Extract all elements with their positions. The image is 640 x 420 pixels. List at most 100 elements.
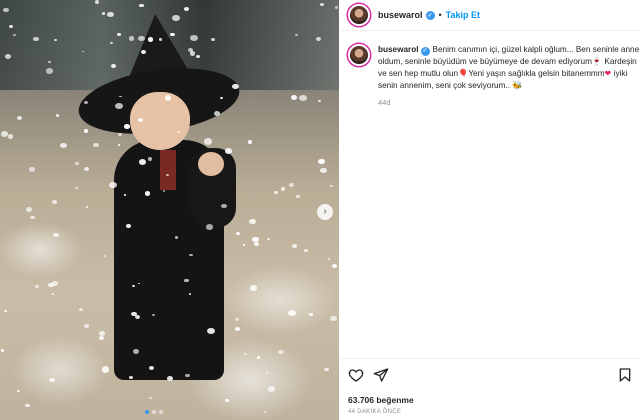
- snow-flake: [144, 191, 151, 196]
- snow-flake: [28, 167, 35, 172]
- avatar[interactable]: [348, 4, 370, 26]
- snow-flake: [83, 100, 89, 104]
- snow-flake: [266, 237, 270, 241]
- snow-flake: [224, 398, 230, 403]
- carousel-dot: [145, 410, 149, 414]
- snow-flake: [95, 0, 100, 4]
- snow-flake: [323, 367, 329, 372]
- caption-row: busewarol ✓ Benim canımın içi, güzel kalpl…: [339, 31, 640, 107]
- heart-outline-icon[interactable]: [348, 367, 364, 383]
- snow-flake: [327, 258, 330, 260]
- snow-flake: [248, 218, 256, 225]
- snow-flake: [207, 327, 215, 334]
- snow-flake: [126, 224, 131, 228]
- snow-flake: [103, 255, 106, 258]
- snow-flake: [93, 143, 99, 148]
- wine-emoji: 🍷: [591, 57, 603, 66]
- carousel-dot: [159, 410, 163, 414]
- bookmark-icon[interactable]: [617, 367, 633, 383]
- carousel-dot: [152, 410, 156, 414]
- like-count[interactable]: 63.706 beğenme: [348, 395, 414, 405]
- snow-flake: [4, 53, 12, 59]
- snow-flake: [320, 2, 324, 6]
- verified-badge-icon: ✓: [425, 10, 435, 20]
- snow-flake: [278, 349, 284, 355]
- snow-flake: [48, 61, 51, 64]
- snow-flake: [25, 403, 30, 408]
- snow-flake: [317, 158, 325, 165]
- snow-flake: [30, 215, 35, 220]
- snow-flake: [299, 95, 308, 102]
- snow-flake: [273, 190, 278, 195]
- carousel-dots: [145, 410, 163, 414]
- snow-flake: [52, 200, 58, 205]
- caption-username[interactable]: busewarol: [378, 45, 419, 54]
- post-timestamp: 44 DAKİKA ÖNCE: [348, 409, 402, 415]
- snow-flake: [309, 312, 314, 317]
- snow-flake: [54, 39, 57, 42]
- snow-flake: [25, 206, 32, 212]
- snow-flake: [110, 63, 116, 68]
- snow-flake: [49, 377, 55, 383]
- snow-flake: [265, 371, 269, 375]
- snow-flake: [138, 159, 146, 165]
- snow-flake: [124, 123, 130, 129]
- snow-flake: [2, 7, 9, 13]
- snow-flake: [331, 263, 337, 268]
- post-media[interactable]: ›: [0, 0, 339, 420]
- snow-flake: [296, 195, 300, 199]
- snow-flake: [190, 35, 198, 42]
- snow-flake: [4, 309, 8, 312]
- snow-flake: [334, 5, 339, 9]
- snow-flake: [242, 244, 246, 247]
- snow-flake: [204, 138, 212, 145]
- snow-flake: [167, 376, 174, 381]
- snow-flake: [292, 243, 297, 248]
- chevron-right-icon: ›: [323, 206, 327, 217]
- snow-flake: [8, 134, 14, 139]
- snow-flake: [52, 232, 59, 238]
- snow-flake: [56, 114, 59, 117]
- caption-age: 44d: [378, 98, 391, 107]
- snow-flake: [131, 311, 138, 317]
- balloon-emoji: 🎈: [458, 69, 469, 78]
- avatar[interactable]: [348, 44, 370, 66]
- snow-flake: [101, 12, 105, 15]
- snow-flake: [151, 314, 155, 317]
- follow-button[interactable]: Takip Et: [446, 10, 480, 20]
- action-bar: 63.706 beğenme 44 DAKİKA ÖNCE: [339, 358, 640, 420]
- post-header: busewarol ✓ • Takip Et: [339, 0, 640, 31]
- snow-flake: [291, 95, 298, 101]
- snow-flake: [304, 248, 308, 252]
- snow-flake: [330, 184, 334, 188]
- caption-text: busewarol ✓ Benim canımın içi, güzel kalpl…: [378, 44, 640, 92]
- snow-flake: [184, 6, 189, 11]
- snow-flake: [235, 326, 241, 331]
- snow-flake: [172, 14, 181, 21]
- snow-flake: [107, 12, 114, 18]
- snow-flake: [263, 411, 267, 414]
- snow-flake: [280, 187, 286, 191]
- caption-part-3: Yeni yaşın sağlıkla gelsin bitanemmm: [468, 69, 605, 78]
- snow-flake: [189, 51, 196, 56]
- snow-flake: [250, 284, 258, 291]
- snow-flake: [319, 167, 327, 174]
- snow-flake: [45, 68, 53, 74]
- username-link[interactable]: busewarol: [378, 10, 423, 20]
- snow-flake: [108, 181, 117, 189]
- child-hand: [198, 152, 224, 176]
- snow-flake: [256, 356, 261, 360]
- verified-badge-icon: ✓: [420, 46, 430, 56]
- snow-flake: [74, 186, 78, 190]
- snow-flake: [16, 389, 20, 393]
- snow-flake: [0, 349, 4, 352]
- snow-flake: [214, 111, 221, 117]
- carousel-next-button[interactable]: ›: [317, 204, 333, 220]
- snow-flake: [267, 386, 276, 393]
- paper-plane-icon[interactable]: [373, 367, 389, 383]
- snow-flake: [115, 102, 123, 109]
- snow-flake: [86, 206, 89, 208]
- snow-flake: [138, 3, 144, 8]
- snow-flake: [99, 330, 106, 336]
- snow-flake: [35, 285, 40, 289]
